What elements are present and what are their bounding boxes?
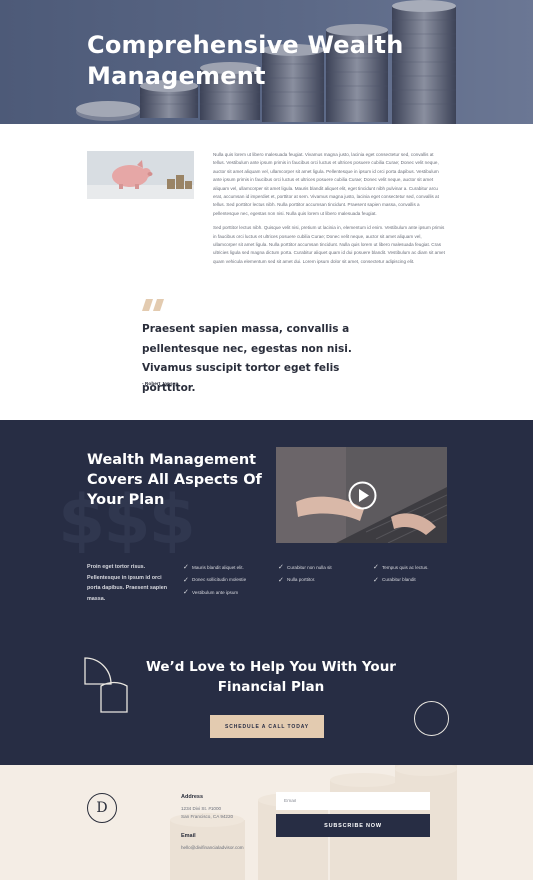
check-item: ✓ Curabitur non nulla sit (278, 561, 332, 574)
intro-paragraph-2: Sed porttitor lectus nibh. Quisque velit… (213, 225, 445, 264)
page-title-line-2: Management (87, 62, 266, 90)
check-item: ✓ Mauris blandit aliquet elit. (183, 561, 246, 574)
play-icon[interactable] (348, 481, 377, 510)
intro-paragraph-1: Nulla quis lorem ut libero malesuada feu… (213, 152, 439, 216)
check-item: ✓ Vestibulum ante ipsum (183, 586, 246, 599)
piggy-bank-image (87, 151, 194, 199)
address-line-2: San Francisco, CA 94220 (181, 814, 234, 819)
check-item-label: Curabitur blandit (382, 577, 416, 583)
checkmark-icon: ✓ (183, 564, 189, 572)
quote-icon (142, 299, 164, 311)
intro-copy: Nulla quis lorem ut libero malesuada feu… (213, 151, 446, 266)
check-item-label: Curabitur non nulla sit (287, 564, 332, 570)
address-label: Address (181, 794, 204, 800)
testimonial-quote: Praesent sapien massa, convallis a pelle… (142, 323, 352, 394)
wealth-title: Wealth Management Covers All Aspects Of … (87, 452, 262, 508)
check-item: ✓ Tempus quis ac lectus. (373, 561, 428, 574)
check-item: ✓ Curabitur blandit (373, 574, 428, 587)
checkmark-icon: ✓ (373, 564, 379, 572)
schedule-call-button[interactable]: SCHEDULE A CALL TODAY (210, 715, 324, 738)
email-label: Email (181, 833, 196, 839)
checkmark-icon: ✓ (183, 589, 189, 597)
check-item-label: Tempus quis ac lectus. (382, 564, 429, 570)
checklist-column-1: ✓ Mauris blandit aliquet elit. ✓ Donec sol… (183, 561, 246, 599)
page-title-line-1: Comprehensive Wealth (87, 31, 404, 59)
checklist-column-2: ✓ Curabitur non nulla sit ✓ Nulla porttito… (278, 561, 332, 586)
wealth-subtitle: Proin eget tortor risus. Pellentesque in… (87, 564, 167, 602)
check-item: ✓ Nulla porttitor. (278, 574, 332, 587)
footer: D Address 1234 Divi St. #1000 San Franci… (0, 765, 533, 880)
checklist-column-3: ✓ Tempus quis ac lectus. ✓ Curabitur bland… (373, 561, 428, 586)
check-item-label: Mauris blandit aliquet elit. (192, 564, 244, 570)
decorative-circle-icon (414, 701, 449, 736)
testimonial-author: - Robert Jansen (142, 382, 179, 387)
video-player[interactable] (276, 447, 447, 543)
wealth-management-section: $$$ Wealth Management Covers All Aspects… (0, 420, 533, 765)
check-item-label: Nulla porttitor. (287, 577, 316, 583)
footer-coins-image (170, 765, 457, 880)
email-input[interactable] (276, 792, 430, 810)
hero-banner: Comprehensive Wealth Management (0, 0, 533, 124)
check-item-label: Donec sollicitudin molestie (192, 577, 247, 583)
cta-title: We’d Love to Help You With Your Financia… (146, 659, 396, 695)
decorative-shape-icon (84, 657, 128, 713)
email-link[interactable]: hello@divifinancialadvisor.com (181, 844, 244, 853)
page-title: Comprehensive Wealth Management (87, 30, 417, 92)
subscribe-button[interactable]: SUBSCRIBE NOW (276, 814, 430, 837)
checkmark-icon: ✓ (278, 576, 284, 584)
checkmark-icon: ✓ (278, 564, 284, 572)
check-item: ✓ Donec sollicitudin molestie (183, 574, 246, 587)
logo[interactable]: D (87, 793, 117, 823)
checkmark-icon: ✓ (183, 576, 189, 584)
check-item-label: Vestibulum ante ipsum (192, 589, 239, 595)
checkmark-icon: ✓ (373, 576, 379, 584)
